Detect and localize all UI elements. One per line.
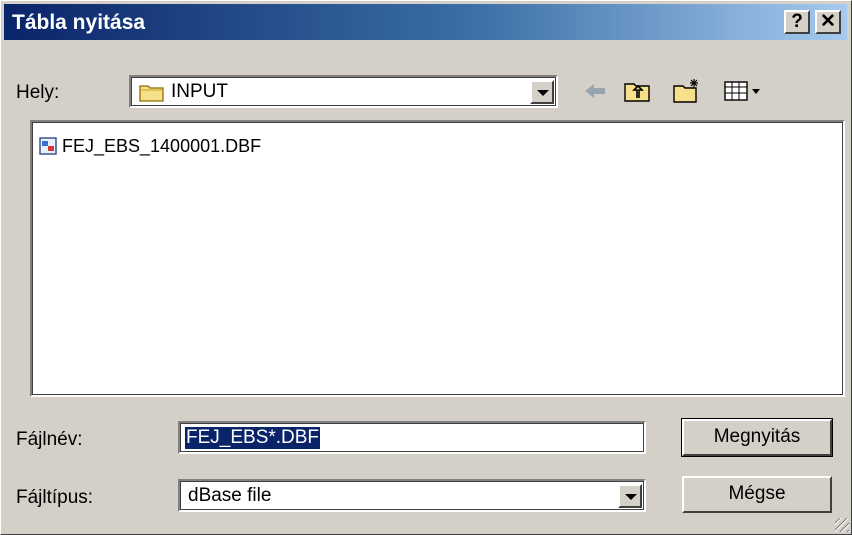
file-name: FEJ_EBS_1400001.DBF: [62, 135, 262, 156]
open-button[interactable]: Megnyitás: [681, 418, 833, 457]
help-button[interactable]: ?: [784, 10, 810, 34]
close-icon: ✕: [820, 11, 836, 32]
location-combobox[interactable]: INPUT: [129, 75, 558, 108]
title-bar[interactable]: Tábla nyitása ? ✕: [4, 4, 847, 40]
filetype-dropdown-button[interactable]: [618, 484, 642, 508]
open-table-dialog: Tábla nyitása ? ✕ Hely: INPUT FEJ_EBS_14…: [0, 0, 852, 535]
filename-value: FEJ_EBS*.DBF: [185, 427, 321, 449]
back-arrow-icon[interactable]: [582, 77, 608, 105]
resize-grip[interactable]: [835, 518, 849, 532]
filetype-label: Fájltípus:: [16, 487, 94, 508]
new-folder-icon[interactable]: [672, 77, 702, 105]
location-dropdown-button[interactable]: [530, 80, 554, 104]
filetype-value: dBase file: [188, 485, 272, 506]
list-item[interactable]: FEJ_EBS_1400001.DBF: [38, 135, 261, 157]
dbf-file-icon: [39, 137, 57, 155]
filetype-combobox[interactable]: dBase file: [178, 479, 646, 512]
up-folder-icon[interactable]: [623, 77, 651, 105]
folder-icon: [139, 85, 164, 102]
file-list[interactable]: FEJ_EBS_1400001.DBF: [30, 120, 845, 397]
cancel-button[interactable]: Mégse: [682, 476, 832, 513]
dialog-title: Tábla nyitása: [12, 11, 146, 34]
location-label: Hely:: [16, 82, 60, 103]
filename-label: Fájlnév:: [16, 429, 83, 450]
close-button[interactable]: ✕: [815, 10, 841, 34]
view-menu-icon[interactable]: [723, 77, 763, 105]
location-value: INPUT: [171, 81, 228, 102]
filename-input[interactable]: FEJ_EBS*.DBF: [178, 421, 646, 454]
